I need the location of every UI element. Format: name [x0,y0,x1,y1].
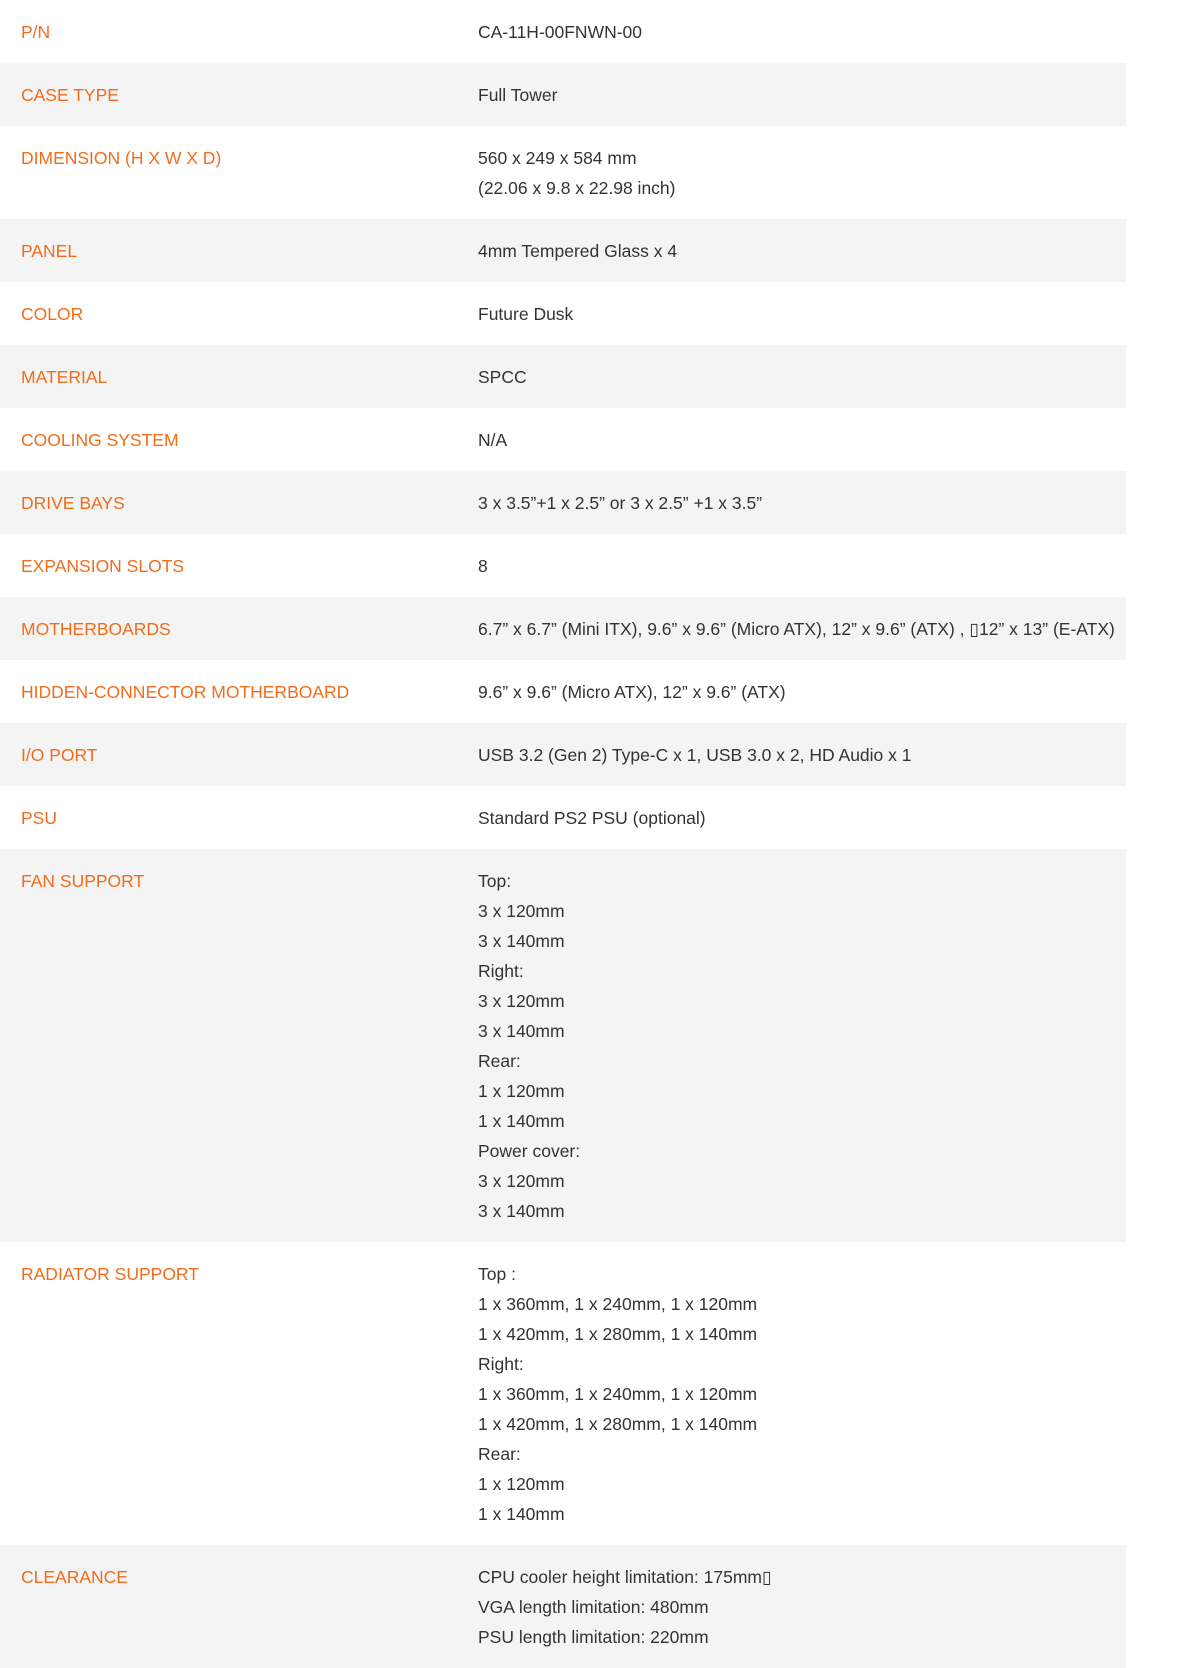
spec-label: RADIATOR SUPPORT [21,1264,199,1284]
spec-value: 9.6” x 9.6” (Micro ATX), 12” x 9.6” (ATX… [458,677,1126,707]
spec-value-line: Standard PS2 PSU (optional) [478,808,706,828]
spec-label: DIMENSION (H X W X D) [21,148,222,168]
spec-row: MOTHERBOARDS 6.7” x 6.7” (Mini ITX), 9.6”… [0,597,1126,660]
spec-row: RADIATOR SUPPORT Top : 1 x 360mm, 1 x 240m… [0,1242,1126,1545]
spec-value-line: 1 x 140mm [478,1111,565,1131]
spec-row: P/N CA-11H-00FNWN-00 [0,0,1126,63]
spec-value: USB 3.2 (Gen 2) Type-C x 1, USB 3.0 x 2,… [458,740,1126,770]
spec-value: Top: 3 x 120mm 3 x 140mm Right: 3 x 120mm 3 x… [458,866,1126,1226]
spec-row: MATERIAL SPCC [0,345,1126,408]
spec-label: MOTHERBOARDS [21,619,171,639]
spec-row: PANEL 4mm Tempered Glass x 4 [0,219,1126,282]
spec-label: COOLING SYSTEM [21,430,179,450]
spec-value-line: 9.6” x 9.6” (Micro ATX), 12” x 9.6” (ATX… [478,682,786,702]
spec-row: FAN SUPPORT Top: 3 x 120mm 3 x 140mm Right: 3… [0,849,1126,1242]
spec-label: COLOR [21,304,84,324]
spec-value-line: Top: [478,871,512,891]
spec-value: Future Dusk [458,299,1126,329]
spec-value: 560 x 249 x 584 mm (22.06 x 9.8 x 22.98 i… [458,143,1126,203]
spec-value-line: 6.7” x 6.7” (Mini ITX), 9.6” x 9.6” (Mic… [478,619,1115,639]
spec-value-line: 3 x 140mm [478,1021,565,1041]
spec-row: I/O PORT USB 3.2 (Gen 2) Type-C x 1, USB … [0,723,1126,786]
spec-table: P/N CA-11H-00FNWN-00 CASE TYPE Full Tower DI… [0,0,1126,1668]
spec-value: Standard PS2 PSU (optional) [458,803,1126,833]
spec-value-line: CA-11H-00FNWN-00 [478,22,643,42]
spec-value: Full Tower [458,80,1126,110]
spec-value-line: Right: [478,961,524,981]
spec-value-line: 3 x 120mm [478,991,565,1011]
spec-row: DIMENSION (H X W X D) 560 x 249 x 584 mm (… [0,126,1126,219]
spec-value-line: 1 x 420mm, 1 x 280mm, 1 x 140mm [478,1324,758,1344]
spec-value-line: 8 [478,556,488,576]
spec-value-line: 3 x 120mm [478,1171,565,1191]
spec-value: SPCC [458,362,1126,392]
spec-label: EXPANSION SLOTS [21,556,185,576]
spec-row: COOLING SYSTEM N/A [0,408,1126,471]
spec-label: I/O PORT [21,745,98,765]
spec-label: CASE TYPE [21,85,119,105]
spec-value: N/A [458,425,1126,455]
spec-value-line: 1 x 420mm, 1 x 280mm, 1 x 140mm [478,1414,758,1434]
spec-value-line: 1 x 120mm [478,1081,565,1101]
spec-value-line: Right: [478,1354,524,1374]
spec-value-line: 3 x 140mm [478,931,565,951]
spec-value-line: PSU length limitation: 220mm [478,1627,709,1647]
spec-row: PSU Standard PS2 PSU (optional) [0,786,1126,849]
spec-value: 8 [458,551,1126,581]
spec-row: DRIVE BAYS 3 x 3.5”+1 x 2.5” or 3 x 2.5” … [0,471,1126,534]
spec-value-line: 1 x 120mm [478,1474,565,1494]
spec-value-line: Power cover: [478,1141,581,1161]
spec-value: CA-11H-00FNWN-00 [458,17,1126,47]
spec-label: P/N [21,22,51,42]
spec-value-line: 3 x 3.5”+1 x 2.5” or 3 x 2.5” +1 x 3.5” [478,493,763,513]
spec-label: HIDDEN-CONNECTOR MOTHERBOARD [21,682,350,702]
spec-value-line: VGA length limitation: 480mm [478,1597,709,1617]
spec-value-line: USB 3.2 (Gen 2) Type-C x 1, USB 3.0 x 2,… [478,745,912,765]
spec-value-line: Rear: [478,1444,521,1464]
spec-label: PANEL [21,241,78,261]
spec-value-line: Rear: [478,1051,521,1071]
spec-value: 4mm Tempered Glass x 4 [458,236,1126,266]
spec-value-line: (22.06 x 9.8 x 22.98 inch) [478,178,676,198]
spec-value-line: Future Dusk [478,304,574,324]
spec-value-line: 3 x 140mm [478,1201,565,1221]
spec-row: COLOR Future Dusk [0,282,1126,345]
spec-value: 6.7” x 6.7” (Mini ITX), 9.6” x 9.6” (Mic… [458,614,1126,644]
spec-value-line: Top : [478,1264,516,1284]
spec-value: 3 x 3.5”+1 x 2.5” or 3 x 2.5” +1 x 3.5” [458,488,1126,518]
spec-value-line: 1 x 360mm, 1 x 240mm, 1 x 120mm [478,1384,758,1404]
spec-value-line: 1 x 140mm [478,1504,565,1524]
spec-value-line: 3 x 120mm [478,901,565,921]
spec-value-line: N/A [478,430,508,450]
spec-row: EXPANSION SLOTS 8 [0,534,1126,597]
spec-value: CPU cooler height limitation: 175mm▯ VGA … [458,1562,1126,1652]
spec-value: Top : 1 x 360mm, 1 x 240mm, 1 x 120mm 1 x … [458,1259,1126,1529]
spec-label: MATERIAL [21,367,108,387]
spec-value-line: 1 x 360mm, 1 x 240mm, 1 x 120mm [478,1294,758,1314]
spec-value-line: 4mm Tempered Glass x 4 [478,241,678,261]
spec-label: PSU [21,808,57,828]
spec-label: CLEARANCE [21,1567,128,1587]
spec-value-line: SPCC [478,367,527,387]
spec-row: CASE TYPE Full Tower [0,63,1126,126]
spec-row: HIDDEN-CONNECTOR MOTHERBOARD 9.6” x 9.6” … [0,660,1126,723]
spec-label: FAN SUPPORT [21,871,145,891]
spec-value-line: Full Tower [478,85,558,105]
spec-value-line: 560 x 249 x 584 mm [478,148,637,168]
spec-value-line: CPU cooler height limitation: 175mm▯ [478,1567,772,1587]
spec-label: DRIVE BAYS [21,493,125,513]
